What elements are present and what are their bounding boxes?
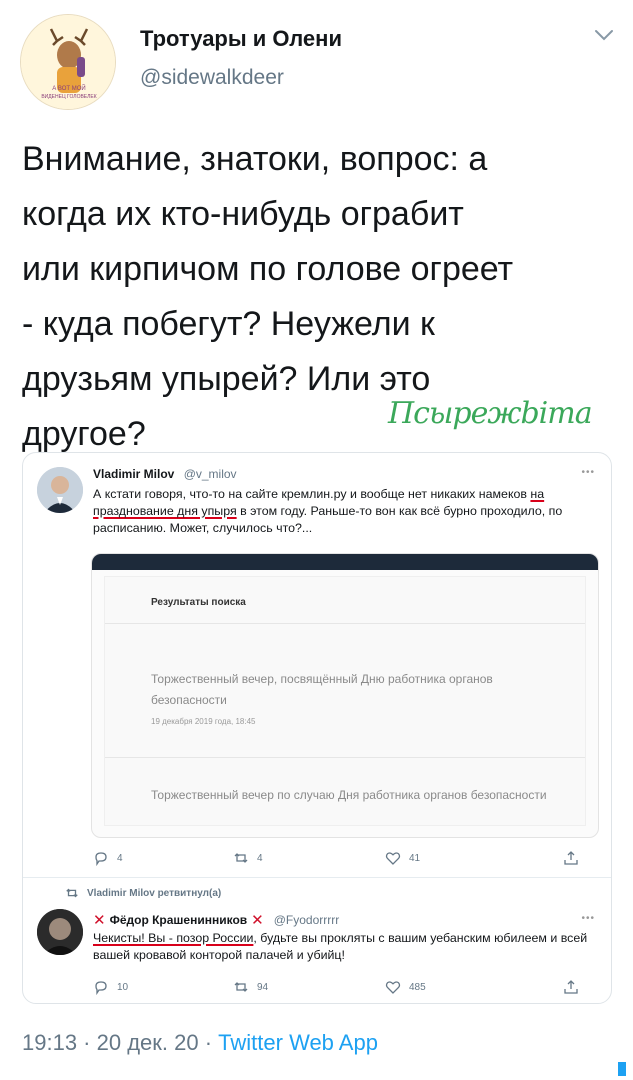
retweet-text-underlined: Чекисты! Вы - позор России [93, 931, 254, 945]
svg-text:ВИДЕНЕЦ ГОЛОВЕЛЕК: ВИДЕНЕЦ ГОЛОВЕЛЕК [41, 94, 96, 100]
person-avatar-icon [37, 909, 83, 955]
like-count: 485 [409, 981, 426, 993]
quoted-text-part: А кстати говоря, что-то на сайте кремлин… [93, 487, 531, 501]
share-icon [564, 851, 578, 865]
cross-mark-icon: ✕ [93, 912, 106, 929]
tweet-header: А ВОТ МОЙ ВИДЕНЕЦ ГОЛОВЕЛЕК Тротуары и О… [0, 0, 633, 120]
retweet-icon [234, 982, 248, 992]
divider [105, 623, 585, 624]
deer-logo-icon: А ВОТ МОЙ ВИДЕНЕЦ ГОЛОВЕЛЕК [21, 15, 115, 109]
retweet-icon [66, 888, 78, 898]
retweet-label: Vladimir Milov ретвитнул(а) [65, 886, 221, 900]
heart-icon [385, 981, 401, 994]
retweet-avatar[interactable] [37, 909, 83, 955]
divider [105, 757, 585, 758]
tweet-line: или кирпичом по голове огреет [22, 250, 514, 288]
reply-count: 4 [117, 852, 123, 864]
retweet-handle[interactable]: @Fyodorrrrr [274, 913, 340, 927]
display-name[interactable]: Тротуары и Олени [140, 26, 342, 52]
profile-avatar[interactable]: А ВОТ МОЙ ВИДЕНЕЦ ГОЛОВЕЛЕК [20, 14, 116, 110]
like-button[interactable]: 485 [385, 979, 426, 995]
embedded-image[interactable]: Vladimir Milov @v_milov ••• А кстати гов… [22, 452, 612, 1004]
search-result-2: Торжественный вечер по случаю Дня работн… [151, 788, 547, 802]
retweet-header: ✕ Фёдор Крашенинников ✕ @Fyodorrrrr [93, 911, 339, 929]
share-button[interactable] [563, 850, 579, 866]
more-icon[interactable]: ••• [581, 913, 595, 924]
retweet-name[interactable]: Фёдор Крашенинников [110, 913, 248, 927]
search-result-1-date: 19 декабря 2019 года, 18:45 [151, 717, 256, 726]
search-result-1: Торжественный вечер, посвящённый Дню раб… [151, 672, 493, 707]
search-results-title: Результаты поиска [151, 597, 246, 608]
handle[interactable]: @sidewalkdeer [140, 66, 342, 90]
tweet-line: Внимание, знатоки, вопрос: а [22, 140, 488, 178]
quoted-name[interactable]: Vladimir Milov [93, 467, 174, 481]
retweet-count: 4 [257, 852, 263, 864]
tweet-footer: 19:13 · 20 дек. 20 · Twitter Web App [22, 1030, 378, 1056]
quoted-text: А кстати говоря, что-то на сайте кремлин… [93, 486, 603, 537]
reply-count: 10 [117, 981, 129, 993]
separator: · [77, 1030, 97, 1055]
edge-marker [618, 1062, 626, 1076]
person-avatar-icon [37, 467, 83, 513]
kremlin-screenshot: Результаты поиска Торжественный вечер, п… [91, 553, 599, 838]
handwritten-signature: Псырежbima [388, 396, 593, 431]
svg-text:А ВОТ МОЙ: А ВОТ МОЙ [52, 84, 85, 92]
share-button[interactable] [563, 979, 579, 995]
retweet-icon [234, 853, 248, 863]
share-icon [564, 980, 578, 994]
quoted-header: Vladimir Milov @v_milov [93, 467, 237, 481]
retweet-count: 94 [257, 981, 269, 993]
like-count: 41 [409, 852, 421, 864]
retweet-text: Чекисты! Вы - позор России, будьте вы пр… [93, 930, 598, 964]
heart-icon [385, 852, 401, 865]
tweet-date[interactable]: 20 дек. 20 [97, 1030, 199, 1055]
tweet-time[interactable]: 19:13 [22, 1030, 77, 1055]
like-button[interactable]: 41 [385, 850, 420, 866]
separator: · [198, 1030, 219, 1055]
reply-icon [95, 852, 107, 866]
more-icon[interactable]: ••• [581, 467, 595, 478]
reply-icon [95, 981, 107, 995]
cross-mark-icon: ✕ [251, 912, 264, 929]
retweet-label-text[interactable]: Vladimir Milov ретвитнул(а) [87, 888, 221, 899]
retweet-button[interactable]: 4 [233, 850, 263, 866]
quoted-handle[interactable]: @v_milov [184, 467, 237, 481]
tweet-line: когда их кто-нибудь ограбит [22, 195, 464, 233]
reply-button[interactable]: 4 [93, 850, 123, 866]
quoted-avatar[interactable] [37, 467, 83, 513]
retweet-button[interactable]: 94 [233, 979, 268, 995]
search-results-panel: Результаты поиска Торжественный вечер, п… [104, 576, 586, 826]
divider [23, 877, 611, 878]
site-header-bar [92, 554, 598, 570]
reply-button[interactable]: 10 [93, 979, 128, 995]
tweet-line: - куда побегут? Неужели к [22, 305, 435, 343]
source-app-link[interactable]: Twitter Web App [218, 1030, 378, 1055]
chevron-down-icon[interactable] [593, 28, 615, 42]
